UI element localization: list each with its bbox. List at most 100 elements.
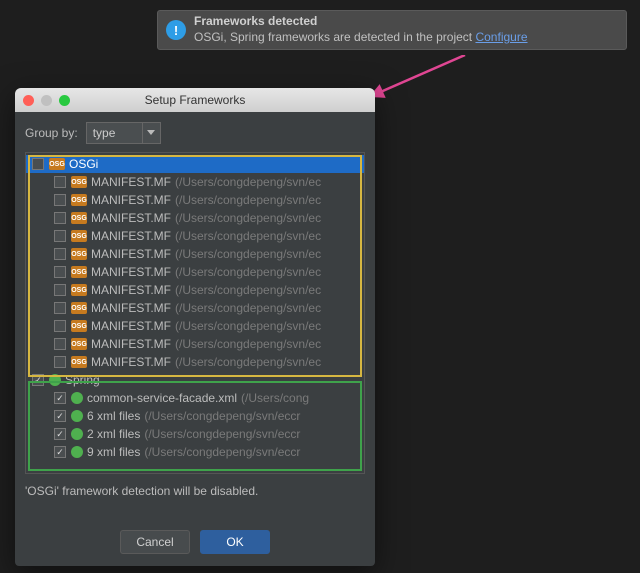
checkbox[interactable] [54,230,66,242]
checkbox[interactable] [54,176,66,188]
item-path: (/Users/congdepeng/svn/ec [175,229,321,243]
item-path: (/Users/congdepeng/svn/ec [175,211,321,225]
notification-body: OSGi, Spring frameworks are detected in … [194,30,618,46]
item-label: MANIFEST.MF [91,355,171,369]
spring-icon [71,410,83,422]
framework-tree[interactable]: OSG OSGi OSG MANIFEST.MF (/Users/congdepeng… [25,152,365,474]
checkbox[interactable] [54,266,66,278]
osgi-icon: OSG [71,356,87,368]
tree-item-osgi-2[interactable]: OSG MANIFEST.MF (/Users/congdepeng/svn/ec [26,209,364,227]
osgi-icon: OSG [71,302,87,314]
checkbox[interactable] [54,284,66,296]
item-label: MANIFEST.MF [91,193,171,207]
checkbox[interactable] [54,338,66,350]
tree-group-spring[interactable]: Spring [26,371,364,389]
osgi-icon: OSG [49,158,65,170]
item-label: OSGi [69,157,98,171]
item-label: Spring [65,373,100,387]
checkbox[interactable] [54,194,66,206]
notification-bar: ! Frameworks detected OSGi, Spring frame… [157,10,627,50]
item-label: MANIFEST.MF [91,337,171,351]
spring-icon [71,446,83,458]
info-icon: ! [166,20,186,40]
notification-title: Frameworks detected [194,14,618,30]
group-by-value: type [87,126,142,140]
status-message: 'OSGi' framework detection will be disab… [25,484,365,498]
osgi-icon: OSG [71,176,87,188]
tree-group-osgi[interactable]: OSG OSGi [26,155,364,173]
checkbox[interactable] [54,212,66,224]
spring-icon [49,374,61,386]
checkbox[interactable] [54,302,66,314]
checkbox[interactable] [32,158,44,170]
tree-item-osgi-1[interactable]: OSG MANIFEST.MF (/Users/congdepeng/svn/ec [26,191,364,209]
tree-item-spring-0[interactable]: common-service-facade.xml (/Users/cong [26,389,364,407]
group-by-label: Group by: [25,126,78,140]
configure-link[interactable]: Configure [475,30,527,44]
cancel-button[interactable]: Cancel [120,530,190,554]
item-path: (/Users/congdepeng/svn/ec [175,265,321,279]
osgi-icon: OSG [71,284,87,296]
tree-item-osgi-0[interactable]: OSG MANIFEST.MF (/Users/congdepeng/svn/ec [26,173,364,191]
annotation-arrow [365,55,475,105]
tree-item-spring-1[interactable]: 6 xml files (/Users/congdepeng/svn/eccr [26,407,364,425]
item-label: MANIFEST.MF [91,265,171,279]
notification-text: Frameworks detected OSGi, Spring framewo… [194,14,618,45]
tree-item-osgi-5[interactable]: OSG MANIFEST.MF (/Users/congdepeng/svn/ec [26,263,364,281]
item-path: (/Users/congdepeng/svn/ec [175,337,321,351]
osgi-icon: OSG [71,320,87,332]
item-label: MANIFEST.MF [91,229,171,243]
item-label: MANIFEST.MF [91,319,171,333]
osgi-icon: OSG [71,338,87,350]
tree-item-osgi-7[interactable]: OSGMANIFEST.MF (/Users/congdepeng/svn/ec [26,299,364,317]
item-label: common-service-facade.xml [87,391,237,405]
checkbox[interactable] [54,428,66,440]
spring-icon [71,428,83,440]
osgi-icon: OSG [71,248,87,260]
item-path: (/Users/congdepeng/svn/ec [175,283,321,297]
checkbox[interactable] [54,320,66,332]
ok-button[interactable]: OK [200,530,270,554]
item-path: (/Users/congdepeng/svn/eccr [144,445,300,459]
osgi-icon: OSG [71,230,87,242]
tree-item-osgi-9[interactable]: OSG MANIFEST.MF (/Users/congdepeng/svn/ec [26,335,364,353]
tree-item-spring-3[interactable]: 9 xml files (/Users/congdepeng/svn/eccr [26,443,364,461]
osgi-icon: OSG [71,266,87,278]
tree-item-osgi-10[interactable]: OSG MANIFEST.MF (/Users/congdepeng/svn/ec [26,353,364,371]
item-path: (/Users/congdepeng/svn/ec [175,193,321,207]
tree-item-spring-2[interactable]: 2 xml files (/Users/congdepeng/svn/eccr [26,425,364,443]
titlebar[interactable]: Setup Frameworks [15,88,375,112]
item-label: MANIFEST.MF [91,247,171,261]
item-label: 6 xml files [87,409,140,423]
checkbox[interactable] [54,392,66,404]
setup-frameworks-dialog: Setup Frameworks Group by: type OSGOSGiO… [15,88,375,566]
osgi-icon: OSG [71,194,87,206]
dialog-title: Setup Frameworks [15,93,375,107]
checkbox[interactable] [54,248,66,260]
item-path: (/Users/congdepeng/svn/ec [175,175,321,189]
tree-item-osgi-4[interactable]: OSG MANIFEST.MF (/Users/congdepeng/svn/ec [26,245,364,263]
item-path: (/Users/congdepeng/svn/eccr [144,409,300,423]
item-label: 2 xml files [87,427,140,441]
checkbox[interactable] [54,446,66,458]
checkbox[interactable] [54,410,66,422]
tree-item-osgi-8[interactable]: OSG MANIFEST.MF (/Users/congdepeng/svn/ec [26,317,364,335]
item-label: MANIFEST.MF [91,301,171,315]
item-label: MANIFEST.MF [91,211,171,225]
item-path: (/Users/congdepeng/svn/ec [175,319,321,333]
tree-item-osgi-6[interactable]: OSG MANIFEST.MF (/Users/congdepeng/svn/ec [26,281,364,299]
item-path: (/Users/congdepeng/svn/ec [175,247,321,261]
osgi-icon: OSG [71,212,87,224]
item-path: (/Users/congdepeng/svn/ec [175,355,321,369]
item-path: (/Users/cong [241,391,309,405]
item-path: (/Users/congdepeng/svn/eccr [144,427,300,441]
group-by-select[interactable]: type [86,122,161,144]
item-label: MANIFEST.MF [91,283,171,297]
item-label: MANIFEST.MF [91,175,171,189]
item-label: 9 xml files [87,445,140,459]
checkbox[interactable] [54,356,66,368]
chevron-down-icon [142,123,160,143]
checkbox[interactable] [32,374,44,386]
spring-icon [71,392,83,404]
tree-item-osgi-3[interactable]: OSG MANIFEST.MF (/Users/congdepeng/svn/ec [26,227,364,245]
